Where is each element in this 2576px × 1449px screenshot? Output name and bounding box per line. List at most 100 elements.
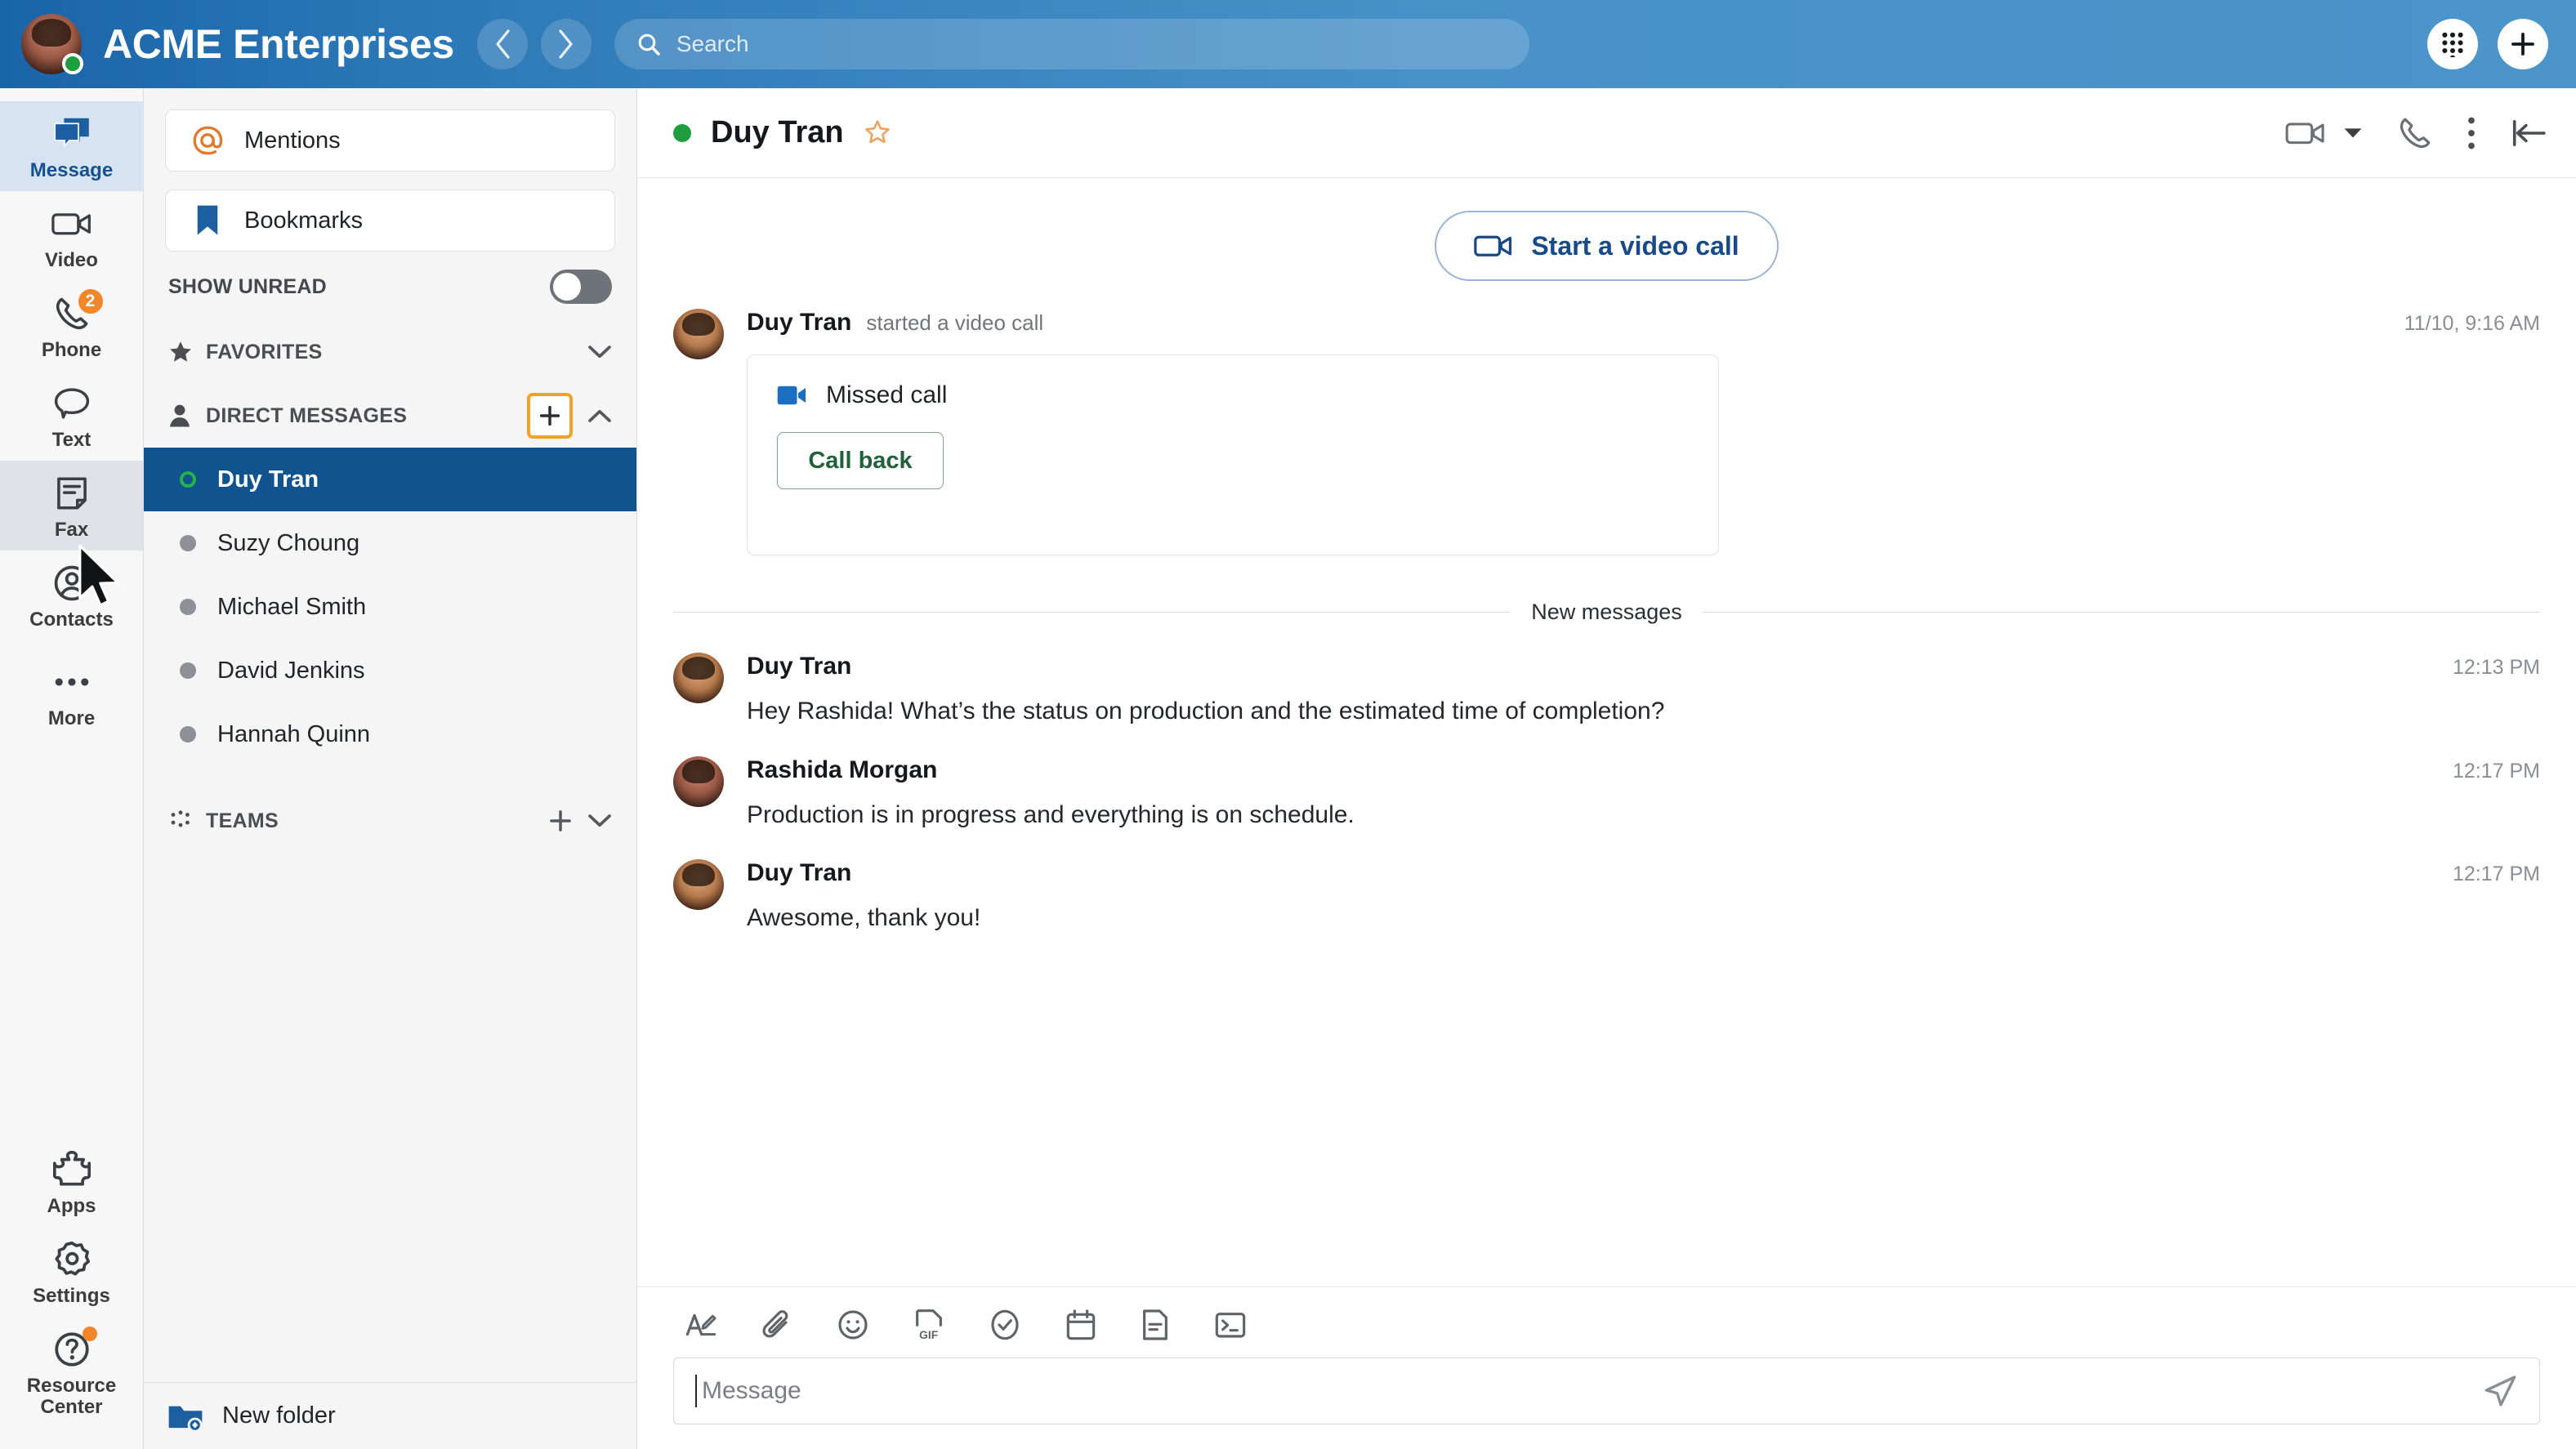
message-input-placeholder: Message [702, 1377, 801, 1404]
notification-dot [82, 1326, 97, 1342]
message-text: Production is in progress and everything… [747, 800, 1355, 828]
rail-item-apps[interactable]: Apps [0, 1137, 143, 1227]
chevron-down-icon[interactable] [2342, 127, 2364, 140]
presence-indicator-offline [180, 662, 196, 679]
message-input[interactable]: Message [673, 1358, 2540, 1424]
section-teams[interactable]: TEAMS [165, 796, 615, 846]
avatar [673, 756, 724, 807]
missed-call-card: Missed call Call back [747, 354, 1719, 555]
message-body: Duy Tran 12:13 PM Hey Rashida! What’s th… [747, 653, 2540, 729]
message-item: Duy Tran started a video call 11/10, 9:1… [673, 281, 2540, 555]
panel-scroll-area[interactable]: Mentions Bookmarks SHOW UNREAD FAVORITES… [144, 88, 636, 1382]
teams-dots-icon [168, 809, 201, 833]
rail-item-contacts[interactable]: Contacts [0, 551, 143, 640]
message-subtext: started a video call [866, 310, 1044, 335]
nav-buttons [476, 19, 592, 69]
message-header: Duy Tran 12:17 PM [747, 859, 2540, 887]
dm-item-label: Michael Smith [217, 593, 367, 620]
code-terminal-icon[interactable] [1214, 1309, 1247, 1341]
message-header: Duy Tran 12:13 PM [747, 653, 2540, 680]
message-item: Rashida Morgan 12:17 PM Production is in… [673, 729, 2540, 832]
speech-bubble-icon [53, 382, 91, 425]
composer-toolbar: GIF [673, 1309, 2540, 1341]
forward-button[interactable] [540, 19, 592, 69]
rail-item-settings[interactable]: Settings [0, 1227, 143, 1317]
rail-item-fax[interactable]: Fax [0, 460, 143, 551]
note-icon[interactable] [1141, 1309, 1170, 1341]
divider-line-left [673, 612, 1511, 613]
add-button[interactable] [2498, 19, 2548, 69]
text-format-icon[interactable] [685, 1309, 717, 1341]
search-input[interactable]: Search [614, 19, 1529, 69]
star-outline-icon[interactable] [864, 119, 891, 147]
call-back-label: Call back [808, 447, 913, 474]
message-author: Duy Tran [747, 859, 852, 886]
rail-item-phone[interactable]: 2 Phone [0, 281, 143, 371]
bookmarks-button[interactable]: Bookmarks [165, 189, 615, 252]
video-camera-icon [51, 203, 92, 245]
dialpad-button[interactable] [2427, 19, 2478, 69]
chevron-up-icon[interactable] [587, 408, 612, 424]
message-item: Duy Tran 12:17 PM Awesome, thank you! [673, 832, 2540, 935]
puzzle-piece-icon [52, 1148, 91, 1191]
collapse-panel-icon[interactable] [2511, 118, 2547, 148]
new-folder-button[interactable]: New folder [144, 1382, 636, 1449]
gif-icon[interactable]: GIF [913, 1309, 944, 1341]
dm-item-hannah-quinn[interactable]: Hannah Quinn [144, 702, 636, 766]
call-back-button[interactable]: Call back [777, 432, 944, 489]
app-body: Message Video 2 Phone Text Fax Contacts … [0, 88, 2576, 1449]
message-thread[interactable]: Start a video call Duy Tran started a vi… [637, 178, 2576, 1286]
message-header: Duy Tran started a video call 11/10, 9:1… [747, 309, 2540, 337]
start-video-call-button[interactable]: Start a video call [1435, 211, 1779, 281]
missed-call-row: Missed call [777, 381, 1689, 409]
rail-item-message[interactable]: Message [0, 101, 143, 191]
rail-item-video[interactable]: Video [0, 191, 143, 281]
task-check-icon[interactable] [989, 1309, 1021, 1341]
paperclip-icon[interactable] [761, 1309, 792, 1341]
message-header: Rashida Morgan 12:17 PM [747, 756, 2540, 784]
fax-document-icon [55, 472, 89, 515]
section-favorites[interactable]: FAVORITES [165, 327, 615, 377]
calendar-icon[interactable] [1065, 1309, 1096, 1341]
top-bar-actions [2427, 19, 2548, 69]
question-circle-icon [53, 1326, 97, 1371]
rail-item-more[interactable]: More [0, 640, 143, 739]
user-circle-icon [53, 562, 91, 604]
avatar [673, 653, 724, 703]
phone-handset-icon[interactable] [2398, 116, 2432, 150]
show-unread-label: SHOW UNREAD [168, 274, 327, 298]
dm-item-suzy-choung[interactable]: Suzy Choung [144, 511, 636, 575]
section-direct-messages[interactable]: DIRECT MESSAGES [165, 390, 615, 441]
chevron-down-icon[interactable] [587, 344, 612, 360]
message-timestamp: 12:17 PM [2452, 759, 2540, 782]
dm-item-michael-smith[interactable]: Michael Smith [144, 575, 636, 639]
dm-item-david-jenkins[interactable]: David Jenkins [144, 639, 636, 702]
dm-item-duy-tran[interactable]: Duy Tran [144, 448, 636, 511]
chevron-down-icon[interactable] [587, 813, 612, 829]
avatar [673, 859, 724, 910]
rail-item-resource-center[interactable]: Resource Center [0, 1317, 143, 1428]
mentions-button[interactable]: Mentions [165, 109, 615, 172]
presence-indicator-online [62, 53, 83, 74]
user-avatar[interactable] [21, 14, 83, 74]
rail-item-text[interactable]: Text [0, 371, 143, 461]
rail-item-label: Apps [47, 1195, 96, 1218]
send-paper-plane-icon[interactable] [2482, 1373, 2518, 1409]
phone-handset-icon: 2 [54, 287, 105, 335]
show-unread-toggle[interactable] [550, 270, 612, 304]
message-text: Awesome, thank you! [747, 904, 981, 931]
section-favorites-label: FAVORITES [206, 340, 323, 363]
add-direct-message-button[interactable] [527, 393, 573, 439]
rail-item-label: Text [51, 428, 92, 451]
primary-nav-rail: Message Video 2 Phone Text Fax Contacts … [0, 88, 144, 1449]
back-button[interactable] [476, 19, 528, 69]
rail-item-label: More [47, 707, 96, 730]
section-dm-actions [527, 393, 612, 439]
add-team-button[interactable] [548, 809, 573, 833]
gear-icon [53, 1238, 91, 1281]
video-camera-icon[interactable] [2285, 120, 2326, 146]
emoji-smiley-icon[interactable] [837, 1309, 869, 1341]
kebab-menu-icon[interactable] [2467, 116, 2476, 150]
direct-message-list: Duy Tran Suzy Choung Michael Smith David… [144, 448, 636, 766]
video-camera-filled-icon [777, 384, 811, 407]
